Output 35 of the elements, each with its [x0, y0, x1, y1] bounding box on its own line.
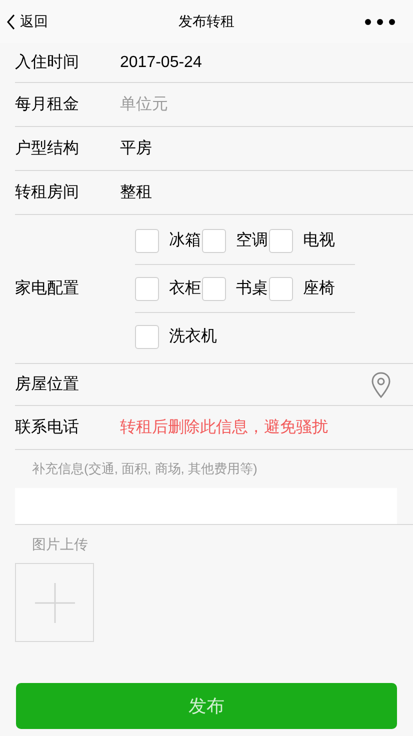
checkbox-label: 衣柜	[169, 278, 201, 298]
rent-input[interactable]: 单位元	[120, 92, 320, 116]
back-button[interactable]: 返回	[6, 11, 48, 32]
field-label: 联系电话	[15, 418, 80, 438]
section-label: 图片上传	[31, 534, 89, 554]
field-label: 入住时间	[15, 52, 80, 72]
field-label: 家电配置	[15, 278, 80, 299]
checkbox[interactable]	[202, 276, 226, 300]
checkbox[interactable]	[269, 228, 293, 252]
field-label: 户型结构	[15, 138, 80, 158]
checkbox[interactable]	[135, 325, 159, 349]
checkbox-label: 空调	[236, 230, 268, 250]
field-label: 每月租金	[15, 94, 80, 114]
field-label: 房屋位置	[15, 374, 80, 394]
section-label: 补充信息(交通, 面积, 商场, 其他费用等)	[31, 460, 258, 478]
checkbox-label: 书桌	[236, 278, 268, 298]
plus-icon	[34, 582, 74, 622]
page-title: 发布转租	[178, 12, 234, 31]
checkbox-label: 洗衣机	[169, 326, 217, 347]
checkbox[interactable]	[269, 276, 293, 300]
notice-text: 转租后删除此信息，避免骚扰	[120, 418, 328, 438]
field-label: 转租房间	[15, 182, 80, 202]
checkbox-label: 电视	[303, 230, 335, 250]
field-value[interactable]: 平房	[120, 136, 152, 160]
checkbox-label: 座椅	[303, 278, 335, 298]
add-image-button[interactable]	[15, 563, 94, 642]
checkbox-label: 冰箱	[169, 230, 201, 250]
location-pin-icon[interactable]	[371, 372, 391, 398]
text-area[interactable]	[15, 488, 397, 524]
checkbox[interactable]	[135, 276, 159, 300]
field-value[interactable]: 整租	[120, 180, 152, 204]
checkbox[interactable]	[135, 228, 159, 252]
checkbox[interactable]	[202, 228, 226, 252]
field-value[interactable]: 2017-05-24	[120, 50, 202, 74]
chevron-left-icon	[6, 14, 16, 30]
